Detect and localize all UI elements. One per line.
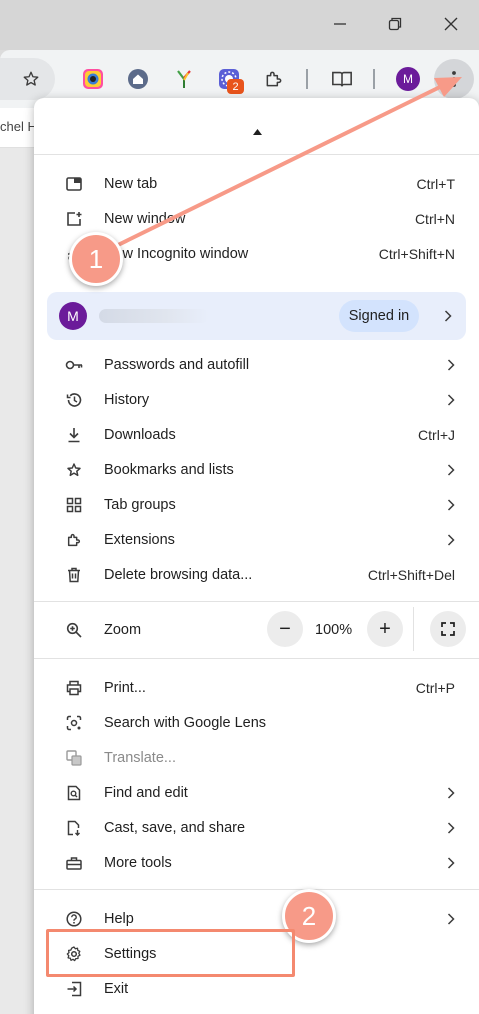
- zoom-icon: [65, 621, 83, 639]
- translate-icon: [65, 749, 83, 767]
- toolbar-separator: [373, 69, 375, 89]
- menu-item-delete-browsing-data[interactable]: Delete browsing data... Ctrl+Shift+Del: [34, 557, 479, 592]
- toolbar-separator: [306, 69, 308, 89]
- profile-row[interactable]: M Signed in: [47, 292, 466, 340]
- menu-item-find-and-edit[interactable]: Find and edit: [34, 775, 479, 810]
- menu-item-history[interactable]: History: [34, 382, 479, 417]
- new-tab-icon: [65, 175, 83, 193]
- camera-extension-icon: [83, 69, 103, 89]
- zoom-in-button[interactable]: +: [367, 611, 403, 647]
- menu-item-new-window[interactable]: New window Ctrl+N: [34, 201, 479, 236]
- menu-item-print[interactable]: Print... Ctrl+P: [34, 670, 479, 705]
- step-1-callout: 1: [69, 232, 123, 286]
- plant-extension-icon: [177, 70, 191, 88]
- tab-groups-icon: [65, 496, 83, 514]
- menu-divider: [34, 601, 479, 602]
- minimize-button[interactable]: [326, 10, 354, 38]
- menu-item-new-tab[interactable]: New tab Ctrl+T: [34, 166, 479, 201]
- avatar: M: [59, 302, 87, 330]
- menu-item-extensions[interactable]: Extensions: [34, 522, 479, 557]
- history-icon: [65, 391, 83, 409]
- menu-divider: [34, 658, 479, 659]
- chevron-right-icon: [445, 393, 457, 406]
- chevron-right-icon: [442, 310, 454, 322]
- close-button[interactable]: [437, 10, 465, 38]
- puzzle-icon: [266, 71, 282, 87]
- key-icon: [65, 356, 83, 374]
- new-window-icon: [65, 210, 83, 228]
- chevron-right-icon: [445, 856, 457, 869]
- exit-icon: [65, 980, 83, 998]
- zoom-level: 100%: [315, 622, 353, 638]
- bookmark-item[interactable]: chel H: [0, 119, 37, 134]
- menu-divider: [34, 889, 479, 890]
- restore-button[interactable]: [381, 10, 409, 38]
- chevron-right-icon: [445, 912, 457, 925]
- extension-badge-button[interactable]: 2: [215, 65, 244, 94]
- chevron-right-icon: [445, 498, 457, 511]
- extension-camera-button[interactable]: [79, 65, 107, 93]
- menu-item-search-with-google-lens[interactable]: Search with Google Lens: [34, 705, 479, 740]
- chevron-right-icon: [445, 358, 457, 371]
- profile-button[interactable]: M: [394, 65, 422, 93]
- star-icon: [65, 461, 83, 479]
- three-dots-vertical-icon: [452, 71, 456, 87]
- trash-icon: [65, 566, 83, 584]
- lens-icon: [65, 714, 83, 732]
- cast-icon: [65, 819, 83, 837]
- home-extension-icon: [128, 69, 148, 89]
- profile-name-redacted: [99, 309, 209, 323]
- download-icon: [65, 426, 83, 444]
- menu-divider: [34, 154, 479, 155]
- extension-badge-count: 2: [227, 79, 244, 94]
- signed-in-badge: Signed in: [339, 300, 419, 332]
- menu-item-downloads[interactable]: Downloads Ctrl+J: [34, 417, 479, 452]
- menu-item-passwords-and-autofill[interactable]: Passwords and autofill: [34, 347, 479, 382]
- find-icon: [65, 784, 83, 802]
- minimize-icon: [334, 23, 346, 25]
- menu-item-cast-save-and-share[interactable]: Cast, save, and share: [34, 810, 479, 845]
- extensions-menu-button[interactable]: [260, 65, 288, 93]
- browser-menu-button[interactable]: [434, 59, 474, 99]
- extension-plant-button[interactable]: [170, 65, 198, 93]
- close-icon: [444, 17, 458, 31]
- menu-item-more-tools[interactable]: More tools: [34, 845, 479, 880]
- menu-item-translate: Translate...: [34, 740, 479, 775]
- chevron-right-icon: [445, 821, 457, 834]
- extension-home-button[interactable]: [124, 65, 152, 93]
- restore-icon: [388, 17, 402, 31]
- zoom-out-button[interactable]: −: [267, 611, 303, 647]
- zoom-separator: [413, 607, 414, 651]
- settings-highlight-box: [46, 929, 295, 977]
- chevron-right-icon: [445, 786, 457, 799]
- menu-item-tab-groups[interactable]: Tab groups: [34, 487, 479, 522]
- help-icon: [65, 910, 83, 928]
- star-icon: [23, 71, 39, 86]
- caret-up-icon: [253, 129, 262, 135]
- title-bar: [0, 0, 479, 50]
- bookmark-star-button[interactable]: [17, 65, 45, 93]
- avatar: M: [396, 67, 420, 91]
- reading-list-icon: [332, 71, 352, 87]
- toolbox-icon: [65, 854, 83, 872]
- fullscreen-icon: [441, 622, 455, 636]
- chevron-right-icon: [445, 463, 457, 476]
- puzzle-icon: [65, 531, 83, 549]
- chevron-right-icon: [445, 533, 457, 546]
- fullscreen-button[interactable]: [430, 611, 466, 647]
- print-icon: [65, 679, 83, 697]
- reading-list-button[interactable]: [328, 65, 356, 93]
- menu-item-bookmarks-and-lists[interactable]: Bookmarks and lists: [34, 452, 479, 487]
